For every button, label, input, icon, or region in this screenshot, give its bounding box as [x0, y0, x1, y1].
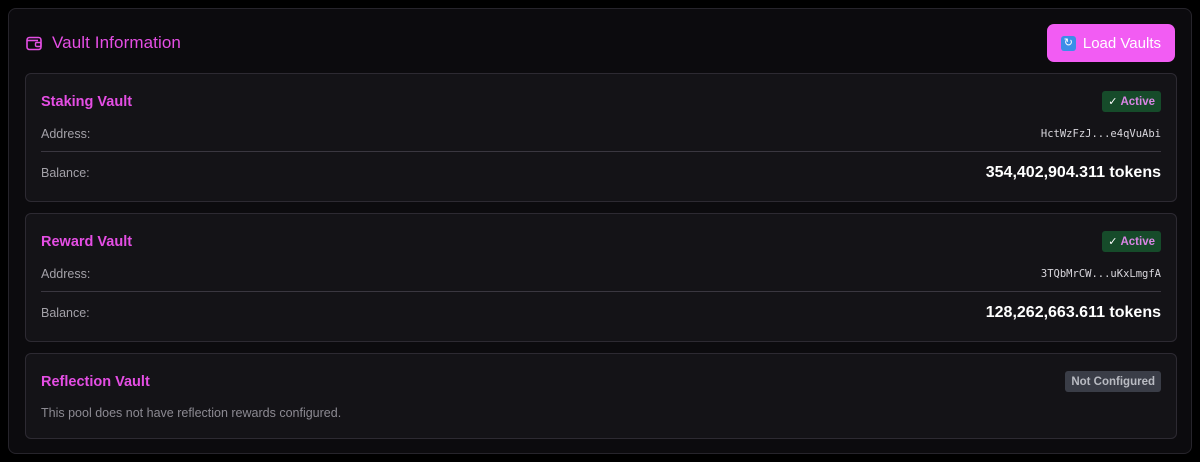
status-badge-label: Not Configured: [1071, 375, 1155, 388]
load-vaults-label: Load Vaults: [1082, 34, 1161, 52]
status-badge: ✓ Active: [1102, 231, 1161, 252]
load-vaults-button[interactable]: ↻ Load Vaults: [1046, 24, 1175, 62]
address-row: Address: HctWzFzJ...e4qVuAbi: [41, 126, 1161, 142]
balance-row: Balance: 128,262,663.611 tokens: [41, 302, 1161, 324]
divider: [41, 151, 1161, 152]
panel-header: Vault Information ↻ Load Vaults: [25, 24, 1175, 62]
title-group: Vault Information: [25, 33, 181, 53]
vault-note: This pool does not have reflection rewar…: [41, 406, 342, 420]
address-value[interactable]: HctWzFzJ...e4qVuAbi: [1041, 128, 1161, 140]
wallet-icon: [25, 34, 43, 52]
refresh-icon: ↻: [1060, 35, 1076, 51]
check-icon: ✓: [1108, 236, 1118, 248]
address-row: Address: 3TQbMrCW...uKxLmgfA: [41, 266, 1161, 282]
address-label: Address:: [41, 267, 91, 281]
status-badge: ✓ Active: [1102, 91, 1161, 112]
address-value[interactable]: 3TQbMrCW...uKxLmgfA: [1041, 268, 1161, 280]
vault-card-reflection: Reflection Vault Not Configured This poo…: [25, 353, 1177, 439]
vault-name: Reward Vault: [41, 234, 133, 250]
divider: [41, 291, 1161, 292]
address-label: Address:: [41, 127, 91, 141]
check-icon: ✓: [1108, 96, 1118, 108]
vault-card-reward: Reward Vault ✓ Active Address: 3TQbMrCW.…: [25, 213, 1177, 342]
vault-card-staking: Staking Vault ✓ Active Address: HctWzFzJ…: [25, 73, 1177, 202]
balance-value: 128,262,663.611 tokens: [985, 304, 1161, 321]
status-badge-label: Active: [1120, 95, 1155, 108]
status-badge-label: Active: [1120, 235, 1155, 248]
vault-information-panel: Vault Information ↻ Load Vaults Staking …: [8, 8, 1192, 454]
balance-value: 354,402,904.311 tokens: [985, 164, 1161, 181]
panel-title: Vault Information: [52, 33, 181, 52]
balance-label: Balance:: [41, 166, 90, 180]
vault-name: Staking Vault: [41, 94, 133, 110]
balance-row: Balance: 354,402,904.311 tokens: [41, 162, 1161, 184]
balance-label: Balance:: [41, 306, 90, 320]
vault-name: Reflection Vault: [41, 374, 150, 390]
status-badge: Not Configured: [1065, 371, 1161, 392]
